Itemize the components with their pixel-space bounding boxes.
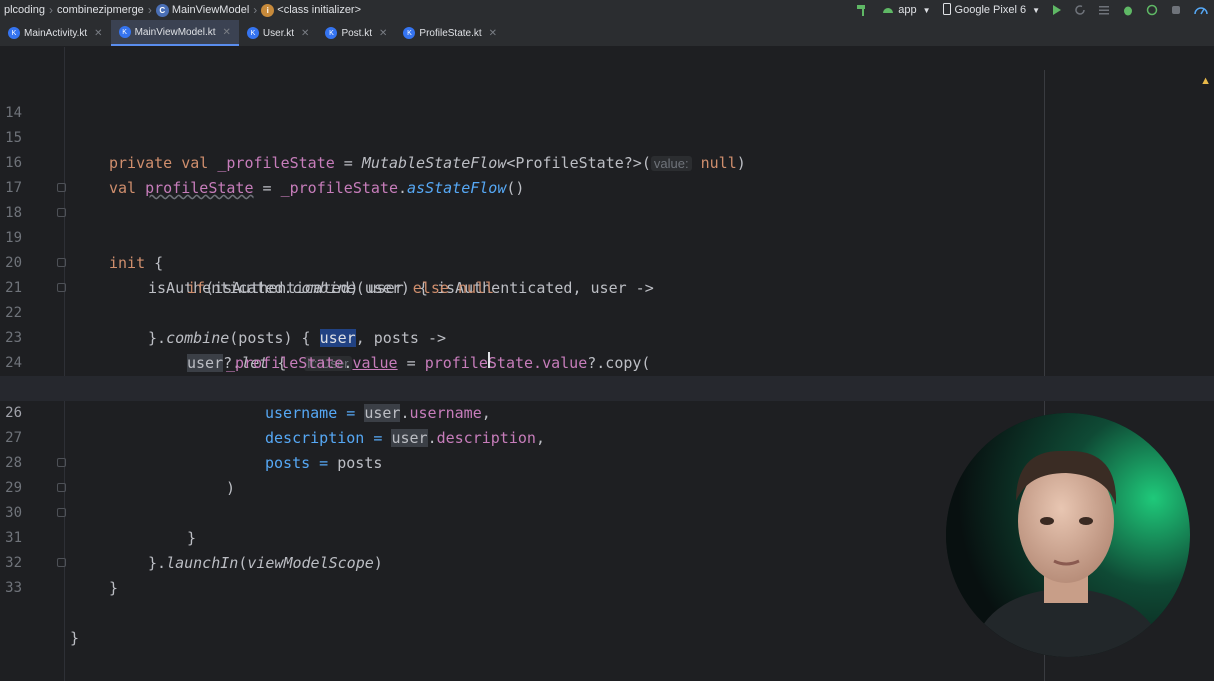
tab-label: User.kt (262, 27, 295, 39)
close-icon[interactable]: ✕ (223, 27, 231, 38)
code-line[interactable]: 15 private val _profileState = MutableSt… (0, 101, 1214, 172)
fold-marker-icon[interactable] (57, 208, 66, 217)
code-line[interactable]: 22 user?.let { it: User (0, 276, 1214, 372)
kotlin-file-icon: K (8, 27, 20, 39)
rerun-icon[interactable] (1074, 4, 1086, 16)
chevron-down-icon: ▼ (922, 5, 931, 15)
chevron-right-icon: › (147, 3, 152, 17)
phone-icon (942, 2, 951, 18)
close-icon[interactable]: ✕ (301, 28, 309, 39)
breadcrumb-item-project[interactable]: plcoding (4, 4, 45, 16)
fold-marker-icon[interactable] (57, 558, 66, 567)
code-text: } (70, 629, 80, 647)
code-line[interactable]: 20 if(isAuthenticated) user else null (0, 226, 1214, 297)
initializer-icon: i (261, 3, 275, 17)
tab-label: Post.kt (341, 27, 373, 39)
close-icon[interactable]: ✕ (379, 28, 387, 39)
chevron-right-icon: › (48, 3, 53, 17)
profile-icon[interactable] (1146, 4, 1158, 16)
code-line[interactable]: 24 profilePicUrl = user.profilePicUrl, (0, 326, 1214, 397)
breadcrumb: plcoding › combinezipmerge › C MainViewM… (0, 3, 361, 17)
fold-marker-icon[interactable] (57, 508, 66, 517)
text-cursor-icon (488, 352, 490, 368)
code-line[interactable]: 25 username = user.username, (0, 351, 1214, 422)
debug-icon[interactable] (1122, 4, 1134, 16)
breadcrumb-item-initializer[interactable]: <class initializer> (277, 4, 361, 16)
close-icon[interactable]: ✕ (489, 28, 497, 39)
kotlin-file-icon: K (118, 26, 131, 38)
code-line[interactable]: 18 init { (0, 176, 1214, 272)
code-line-current[interactable]: 26 description = user.description, (0, 376, 1214, 447)
logcat-icon[interactable] (1098, 4, 1110, 16)
tab-label: MainViewModel.kt (134, 26, 216, 38)
breadcrumb-item-class[interactable]: MainViewModel (172, 4, 249, 16)
chevron-down-icon: ▼ (1032, 5, 1040, 15)
run-config-label: app (898, 4, 917, 16)
fold-marker-icon[interactable] (57, 283, 66, 292)
code-text: } (109, 579, 119, 597)
close-icon[interactable]: ✕ (94, 28, 102, 39)
tab-profilestate[interactable]: K ProfileState.kt ✕ (395, 20, 505, 46)
code-line[interactable]: 19 isAuthenticated.combine(user) { isAut… (0, 201, 1214, 297)
tab-label: ProfileState.kt (419, 27, 482, 39)
kotlin-file-icon: K (403, 27, 416, 39)
breadcrumb-item-package[interactable]: combinezipmerge (57, 4, 144, 16)
tab-post[interactable]: K Post.kt ✕ (317, 20, 395, 46)
chevron-right-icon: › (253, 3, 258, 17)
fold-marker-icon[interactable] (57, 258, 66, 267)
code-line[interactable]: 21 }.combine(posts) { user, posts -> (0, 251, 1214, 347)
kotlin-file-icon: K (246, 27, 259, 39)
toolbar: app ▼ Google Pixel 6 ▼ (850, 0, 1214, 20)
build-hammer-icon[interactable] (856, 3, 870, 17)
tab-mainactivity[interactable]: K MainActivity.kt ✕ (0, 20, 111, 46)
code-line[interactable]: 14 (0, 76, 1214, 121)
device-label: Google Pixel 6 (954, 4, 1027, 16)
device-selector[interactable]: Google Pixel 6 ▼ (942, 2, 1040, 18)
tab-label: MainActivity.kt (24, 27, 88, 39)
fold-marker-icon[interactable] (57, 458, 66, 467)
android-icon (882, 4, 894, 17)
run-icon[interactable] (1052, 4, 1062, 16)
class-icon: C (155, 3, 169, 17)
attach-debugger-icon[interactable] (1170, 4, 1182, 16)
line-number: 33 (5, 580, 22, 596)
kotlin-file-icon: K (325, 27, 338, 39)
code-line[interactable]: 16 val profileState = _profileState.asSt… (0, 126, 1214, 197)
webcam-overlay (946, 413, 1190, 657)
tab-mainviewmodel[interactable]: K MainViewModel.kt ✕ (110, 20, 239, 46)
speedometer-icon[interactable] (1194, 4, 1208, 16)
code-line[interactable]: 23 _profileState.value = profileState.va… (0, 301, 1214, 372)
code-line[interactable]: 17 (0, 151, 1214, 196)
navigation-bar: plcoding › combinezipmerge › C MainViewM… (0, 0, 1214, 20)
fold-marker-icon[interactable] (57, 483, 66, 492)
run-config-selector[interactable]: app ▼ (882, 4, 931, 17)
presenter-video-image (946, 413, 1190, 657)
fold-marker-icon[interactable] (57, 183, 66, 192)
tab-user[interactable]: K User.kt ✕ (239, 20, 318, 46)
editor-tabs: K MainActivity.kt ✕ K MainViewModel.kt ✕… (0, 20, 1214, 47)
